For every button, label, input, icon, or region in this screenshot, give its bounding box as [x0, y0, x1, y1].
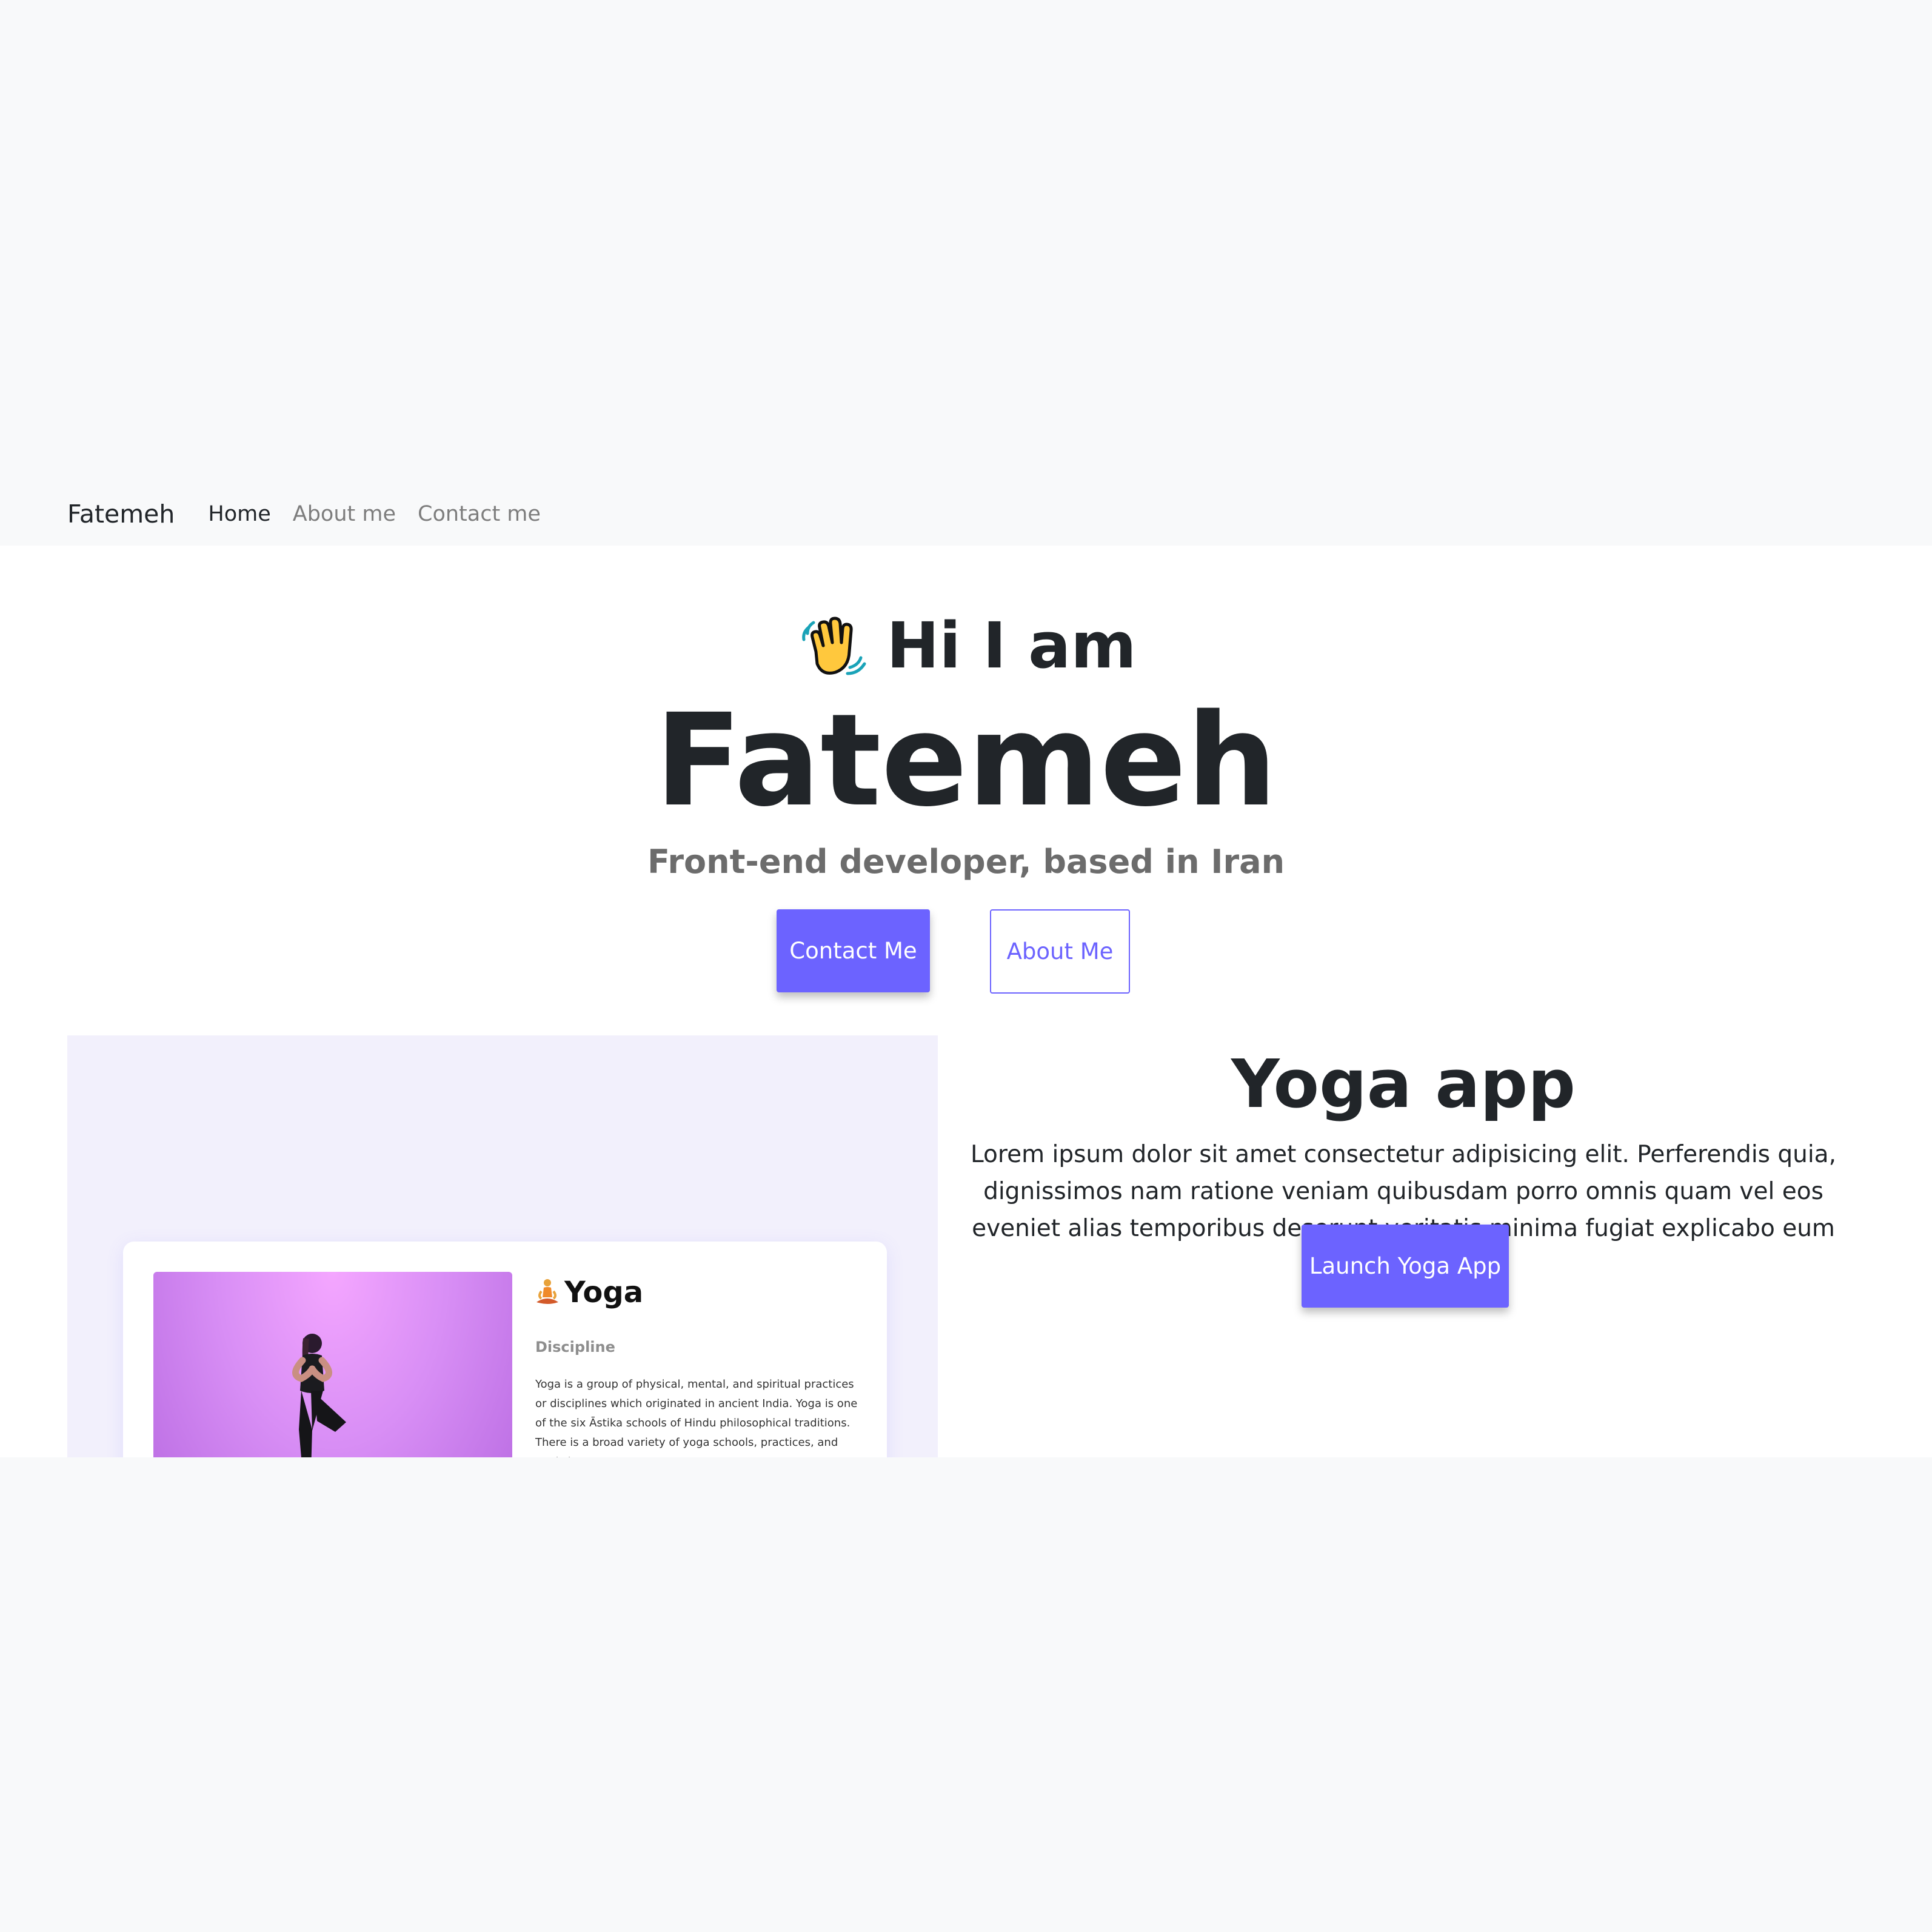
card-subtitle: Discipline: [535, 1339, 615, 1355]
nav-link-home[interactable]: Home: [208, 502, 270, 526]
waving-hand-icon: [802, 617, 866, 675]
about-me-button[interactable]: About Me: [990, 909, 1130, 994]
hero-tagline: Front-end developer, based in Iran: [647, 843, 1285, 881]
card-title: Yoga: [564, 1275, 644, 1309]
nav-link-about[interactable]: About me: [293, 502, 396, 526]
project-title: Yoga app: [1231, 1045, 1576, 1123]
preview-card: Yoga Discipline Yoga is a group of physi…: [123, 1242, 887, 1457]
footer-area: [0, 1457, 1932, 1932]
nav-link-contact[interactable]: Contact me: [418, 502, 541, 526]
launch-yoga-app-button[interactable]: Launch Yoga App: [1302, 1225, 1509, 1308]
hero-name: Fatemeh: [655, 686, 1277, 835]
person-in-lotus-position-icon: [536, 1279, 558, 1304]
yoga-pose-image: [153, 1272, 512, 1457]
yoga-app-preview: Yoga Discipline Yoga is a group of physi…: [67, 1035, 938, 1457]
nav-links: Home About me Contact me: [208, 502, 541, 526]
top-spacer: [0, 0, 1932, 483]
contact-me-button[interactable]: Contact Me: [777, 909, 930, 992]
yoga-figure-icon: [292, 1334, 346, 1457]
card-text: Yoga is a group of physical, mental, and…: [535, 1378, 858, 1457]
main-content: Hi I am Fatemeh Front-end developer, bas…: [0, 546, 1932, 1457]
card-title-row: Yoga: [534, 1275, 643, 1309]
navbar-brand[interactable]: Fatemeh: [67, 500, 175, 529]
greeting-text: Hi I am: [886, 609, 1137, 683]
navbar: Fatemeh Home About me Contact me: [0, 483, 1932, 546]
greeting: Hi I am: [0, 609, 1932, 683]
